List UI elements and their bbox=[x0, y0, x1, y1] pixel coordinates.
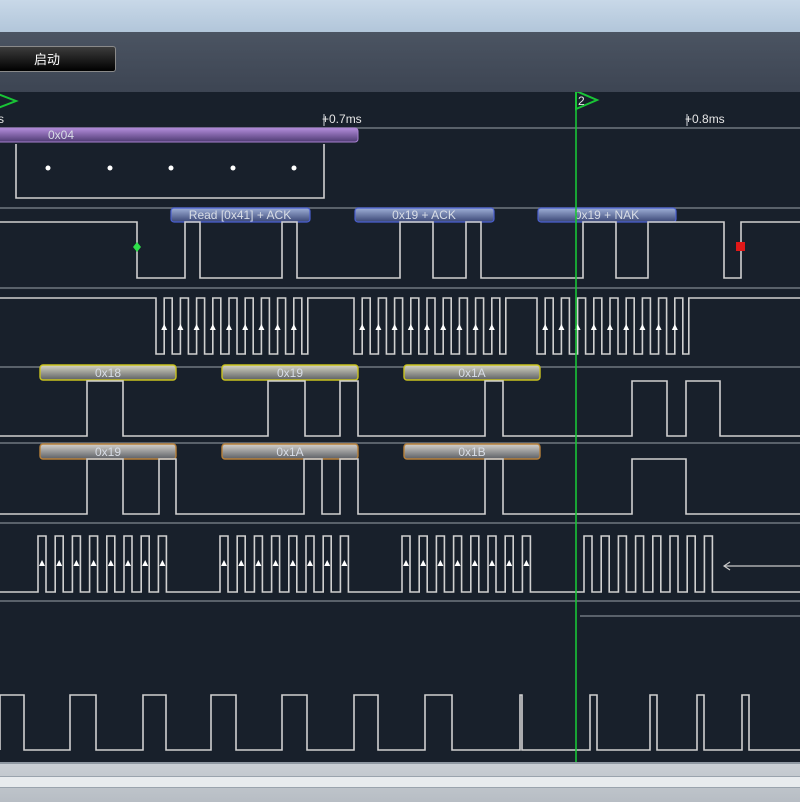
i2c-decode-label-3: 0x19 + NAK bbox=[575, 208, 639, 222]
waveform-canvas[interactable]: s +0.7ms +0.8ms 0x04 Read [0x41] + ACK 0… bbox=[0, 92, 800, 762]
rising-edge-arrow bbox=[56, 560, 63, 566]
rising-edge-arrow bbox=[73, 560, 80, 566]
rising-edge-arrow bbox=[39, 560, 45, 566]
time-tick-0-8ms: +0.8ms bbox=[685, 112, 725, 126]
rising-edge-arrow bbox=[255, 560, 262, 566]
rising-edge-arrow bbox=[407, 324, 414, 330]
rising-edge-arrow bbox=[391, 324, 398, 330]
i2c-scl-row bbox=[0, 297, 800, 355]
channel-a-label-2: 0x19 bbox=[277, 366, 303, 380]
rising-edge-arrow bbox=[472, 324, 479, 330]
rising-edge-arrow bbox=[424, 324, 430, 330]
rising-edge-arrow bbox=[437, 560, 444, 566]
rising-edge-arrow bbox=[242, 324, 249, 330]
rising-edge-arrow bbox=[523, 560, 530, 566]
i2c-sda-row: Read [0x41] + ACK 0x19 + ACK 0x19 + NAK bbox=[0, 207, 800, 279]
channel-b-label-1: 0x19 bbox=[95, 445, 121, 459]
time-tick-0-7ms: +0.7ms bbox=[322, 112, 362, 126]
toolbar: 启动 bbox=[0, 32, 800, 93]
rising-edge-arrow bbox=[454, 560, 461, 566]
cursor-marker-1[interactable] bbox=[0, 93, 19, 109]
rising-edge-arrow bbox=[177, 324, 184, 330]
scrollbar-track[interactable] bbox=[0, 776, 800, 788]
rising-edge-arrow bbox=[590, 324, 597, 330]
rising-edge-arrow bbox=[359, 324, 366, 330]
rising-edge-arrow bbox=[440, 324, 447, 330]
rising-edge-arrow bbox=[307, 560, 313, 566]
channel-b-label-2: 0x1A bbox=[276, 445, 303, 459]
rising-edge-arrow bbox=[506, 560, 513, 566]
rising-edge-arrow bbox=[159, 560, 166, 566]
spi-clock-row bbox=[0, 535, 800, 593]
rising-edge-arrow bbox=[193, 324, 200, 330]
rising-edge-arrow bbox=[558, 324, 565, 330]
clock-row bbox=[0, 694, 800, 751]
rising-edge-arrow bbox=[456, 324, 463, 330]
bus-row: 0x04 bbox=[0, 127, 359, 199]
cursor-marker-2[interactable]: 2 bbox=[575, 92, 600, 762]
rising-edge-arrow bbox=[471, 560, 478, 566]
start-button[interactable]: 启动 bbox=[0, 46, 116, 72]
rising-edge-arrow bbox=[420, 560, 427, 566]
i2c-decode-label-2: 0x19 + ACK bbox=[392, 208, 456, 222]
rising-edge-arrow bbox=[375, 324, 382, 330]
rising-edge-arrow bbox=[655, 324, 662, 330]
channel-b-row: 0x19 0x1A 0x1B bbox=[0, 443, 800, 515]
i2c-decode-label-1: Read [0x41] + ACK bbox=[189, 208, 291, 222]
channel-a-label-3: 0x1A bbox=[458, 366, 485, 380]
window-title-bar bbox=[0, 0, 800, 33]
channel-a-label-1: 0x18 bbox=[95, 366, 121, 380]
rising-edge-arrow bbox=[489, 560, 495, 566]
channel-b-label-3: 0x1B bbox=[458, 445, 485, 459]
rising-edge-arrow bbox=[341, 560, 348, 566]
i2c-stop-marker bbox=[736, 242, 745, 251]
time-ruler: s +0.7ms +0.8ms bbox=[0, 112, 725, 126]
rising-edge-arrow bbox=[671, 324, 678, 330]
rising-edge-arrow bbox=[238, 560, 245, 566]
rising-edge-arrow bbox=[209, 324, 216, 330]
rising-edge-arrow bbox=[142, 560, 149, 566]
horizontal-scrollbar[interactable] bbox=[0, 762, 800, 802]
rising-edge-arrow bbox=[161, 324, 168, 330]
rising-edge-arrow bbox=[274, 324, 281, 330]
waveform-area[interactable]: s +0.7ms +0.8ms 0x04 Read [0x41] + ACK 0… bbox=[0, 92, 800, 762]
rising-edge-arrow bbox=[542, 324, 549, 330]
bus-data-dots bbox=[45, 165, 297, 171]
rising-edge-arrow bbox=[125, 560, 131, 566]
bus-decode-label: 0x04 bbox=[48, 128, 74, 142]
svg-text:2: 2 bbox=[578, 94, 585, 108]
rising-edge-arrow bbox=[289, 560, 296, 566]
rising-edge-arrow bbox=[107, 560, 114, 566]
rising-edge-arrow bbox=[90, 560, 97, 566]
rising-edge-arrow bbox=[290, 324, 297, 330]
i2c-start-marker bbox=[133, 242, 141, 252]
rising-edge-arrow bbox=[258, 324, 265, 330]
channel-a-row: 0x18 0x19 0x1A bbox=[0, 364, 800, 437]
rising-edge-arrow bbox=[639, 324, 646, 330]
rising-edge-arrow bbox=[623, 324, 630, 330]
rising-edge-arrow bbox=[272, 560, 279, 566]
rising-edge-arrow bbox=[403, 560, 409, 566]
rising-edge-arrow bbox=[221, 560, 227, 566]
rising-edge-arrow bbox=[488, 324, 495, 330]
rising-edge-arrow bbox=[607, 324, 613, 330]
rising-edge-arrow bbox=[226, 324, 232, 330]
rising-edge-arrow bbox=[324, 560, 331, 566]
time-label-left: s bbox=[0, 112, 4, 126]
